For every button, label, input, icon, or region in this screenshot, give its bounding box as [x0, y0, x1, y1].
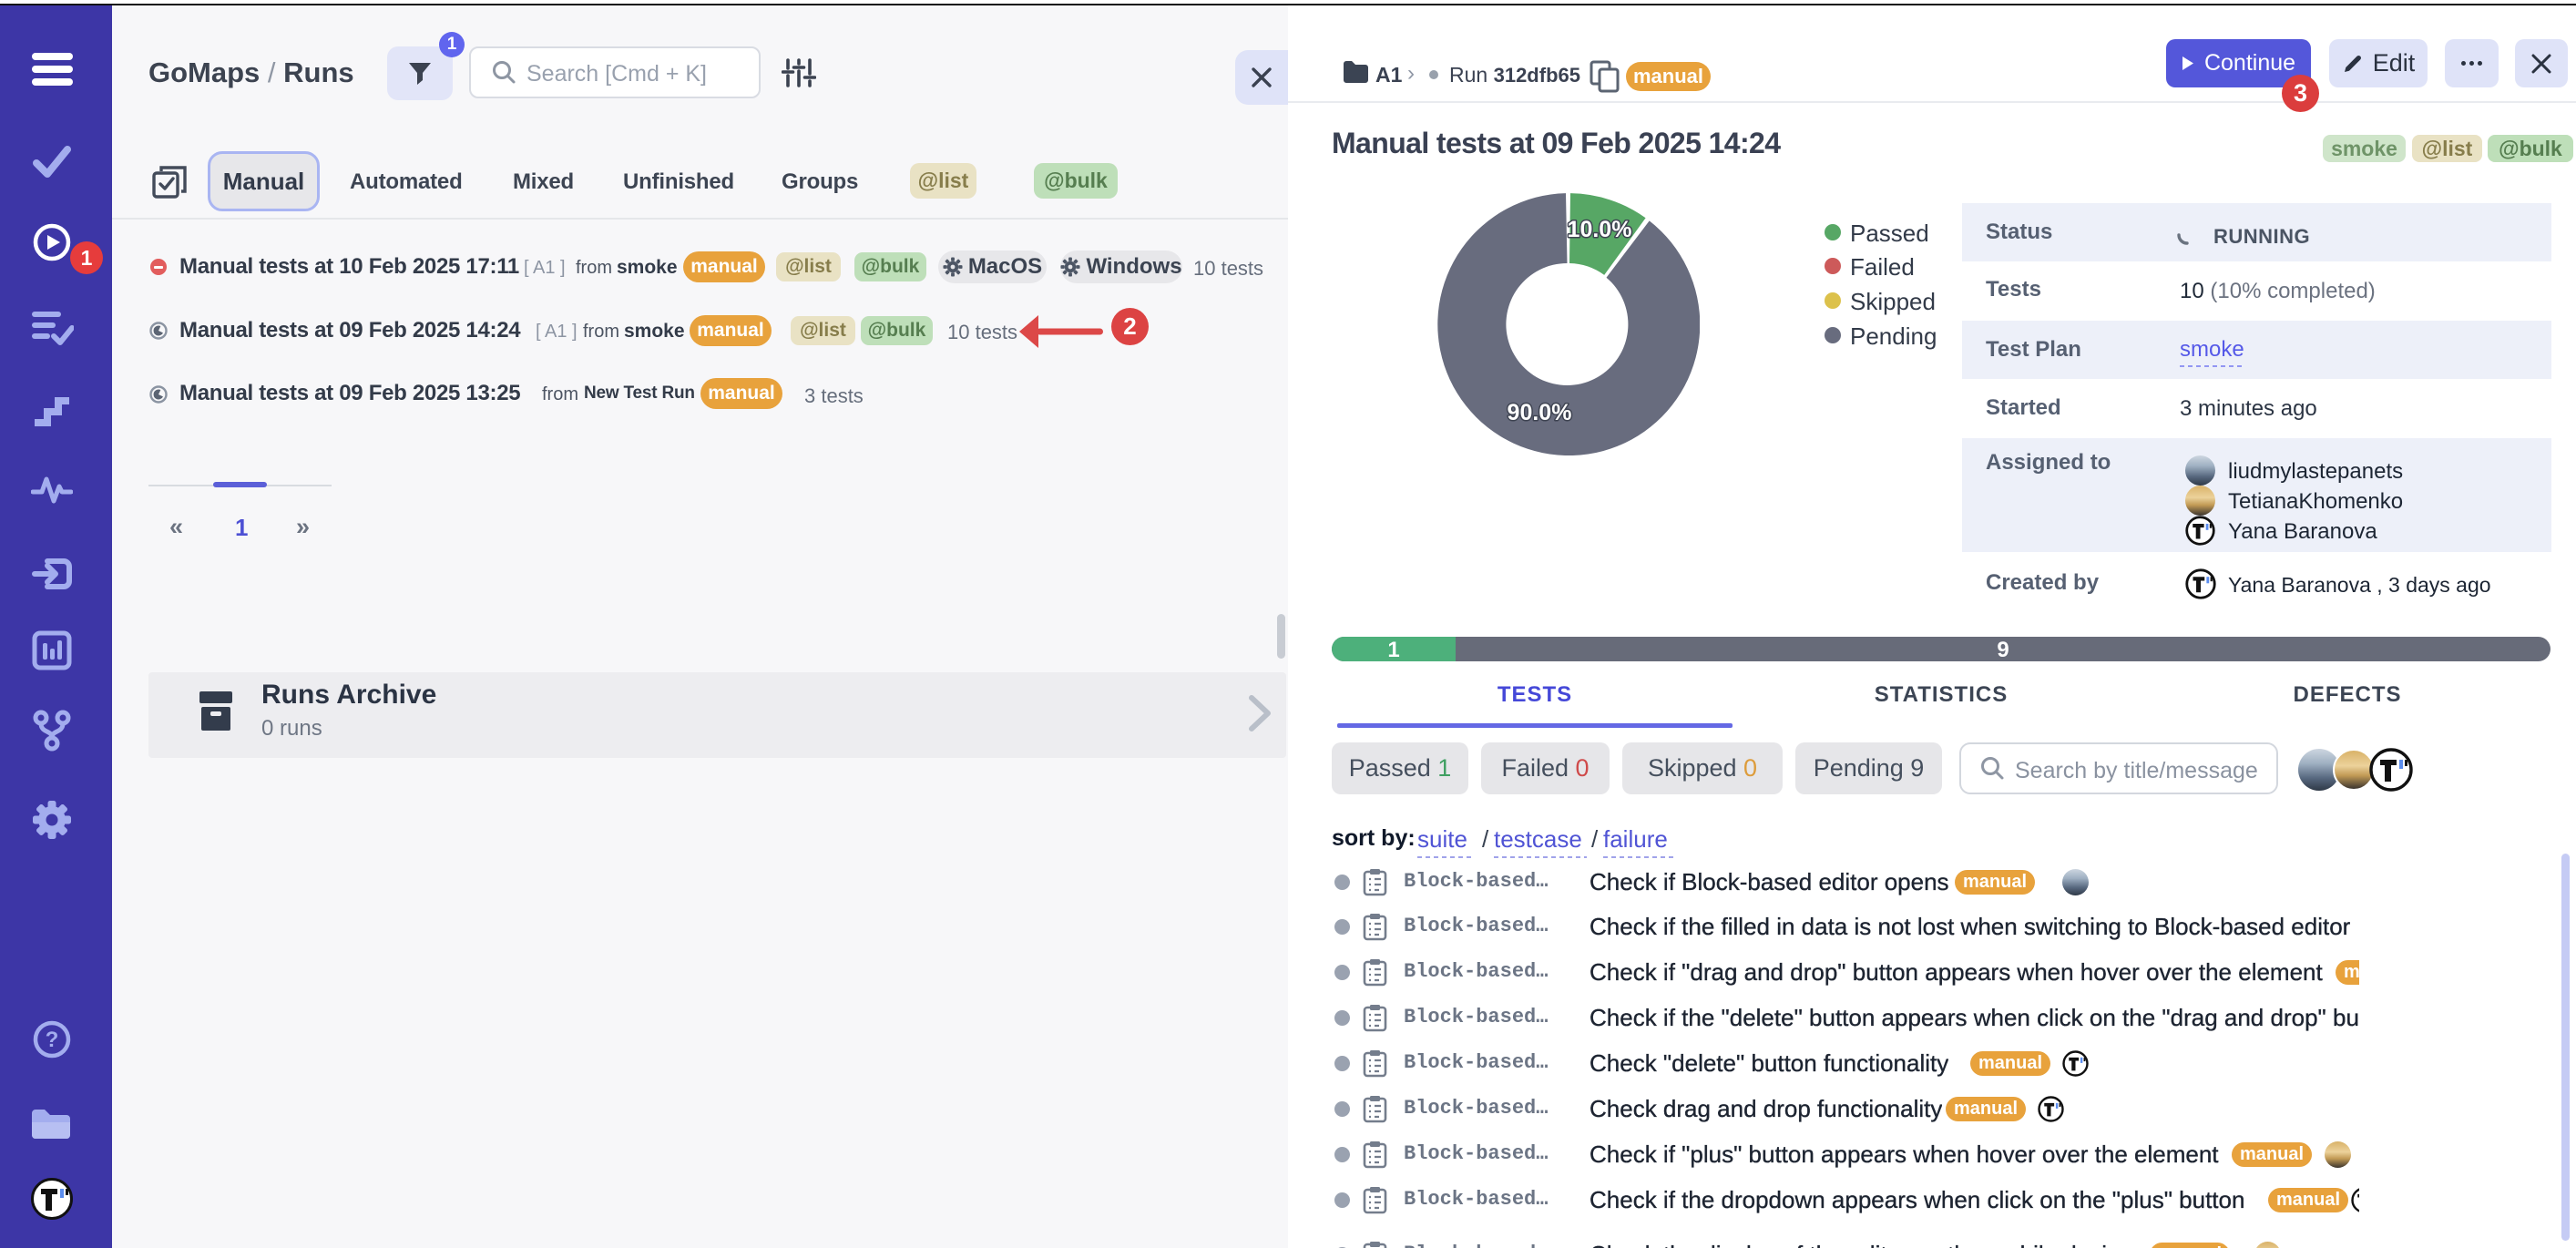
svg-text:90.0%: 90.0% — [1508, 400, 1572, 425]
svg-text:?: ? — [46, 1028, 59, 1052]
svg-text:10.0%: 10.0% — [1568, 217, 1632, 242]
